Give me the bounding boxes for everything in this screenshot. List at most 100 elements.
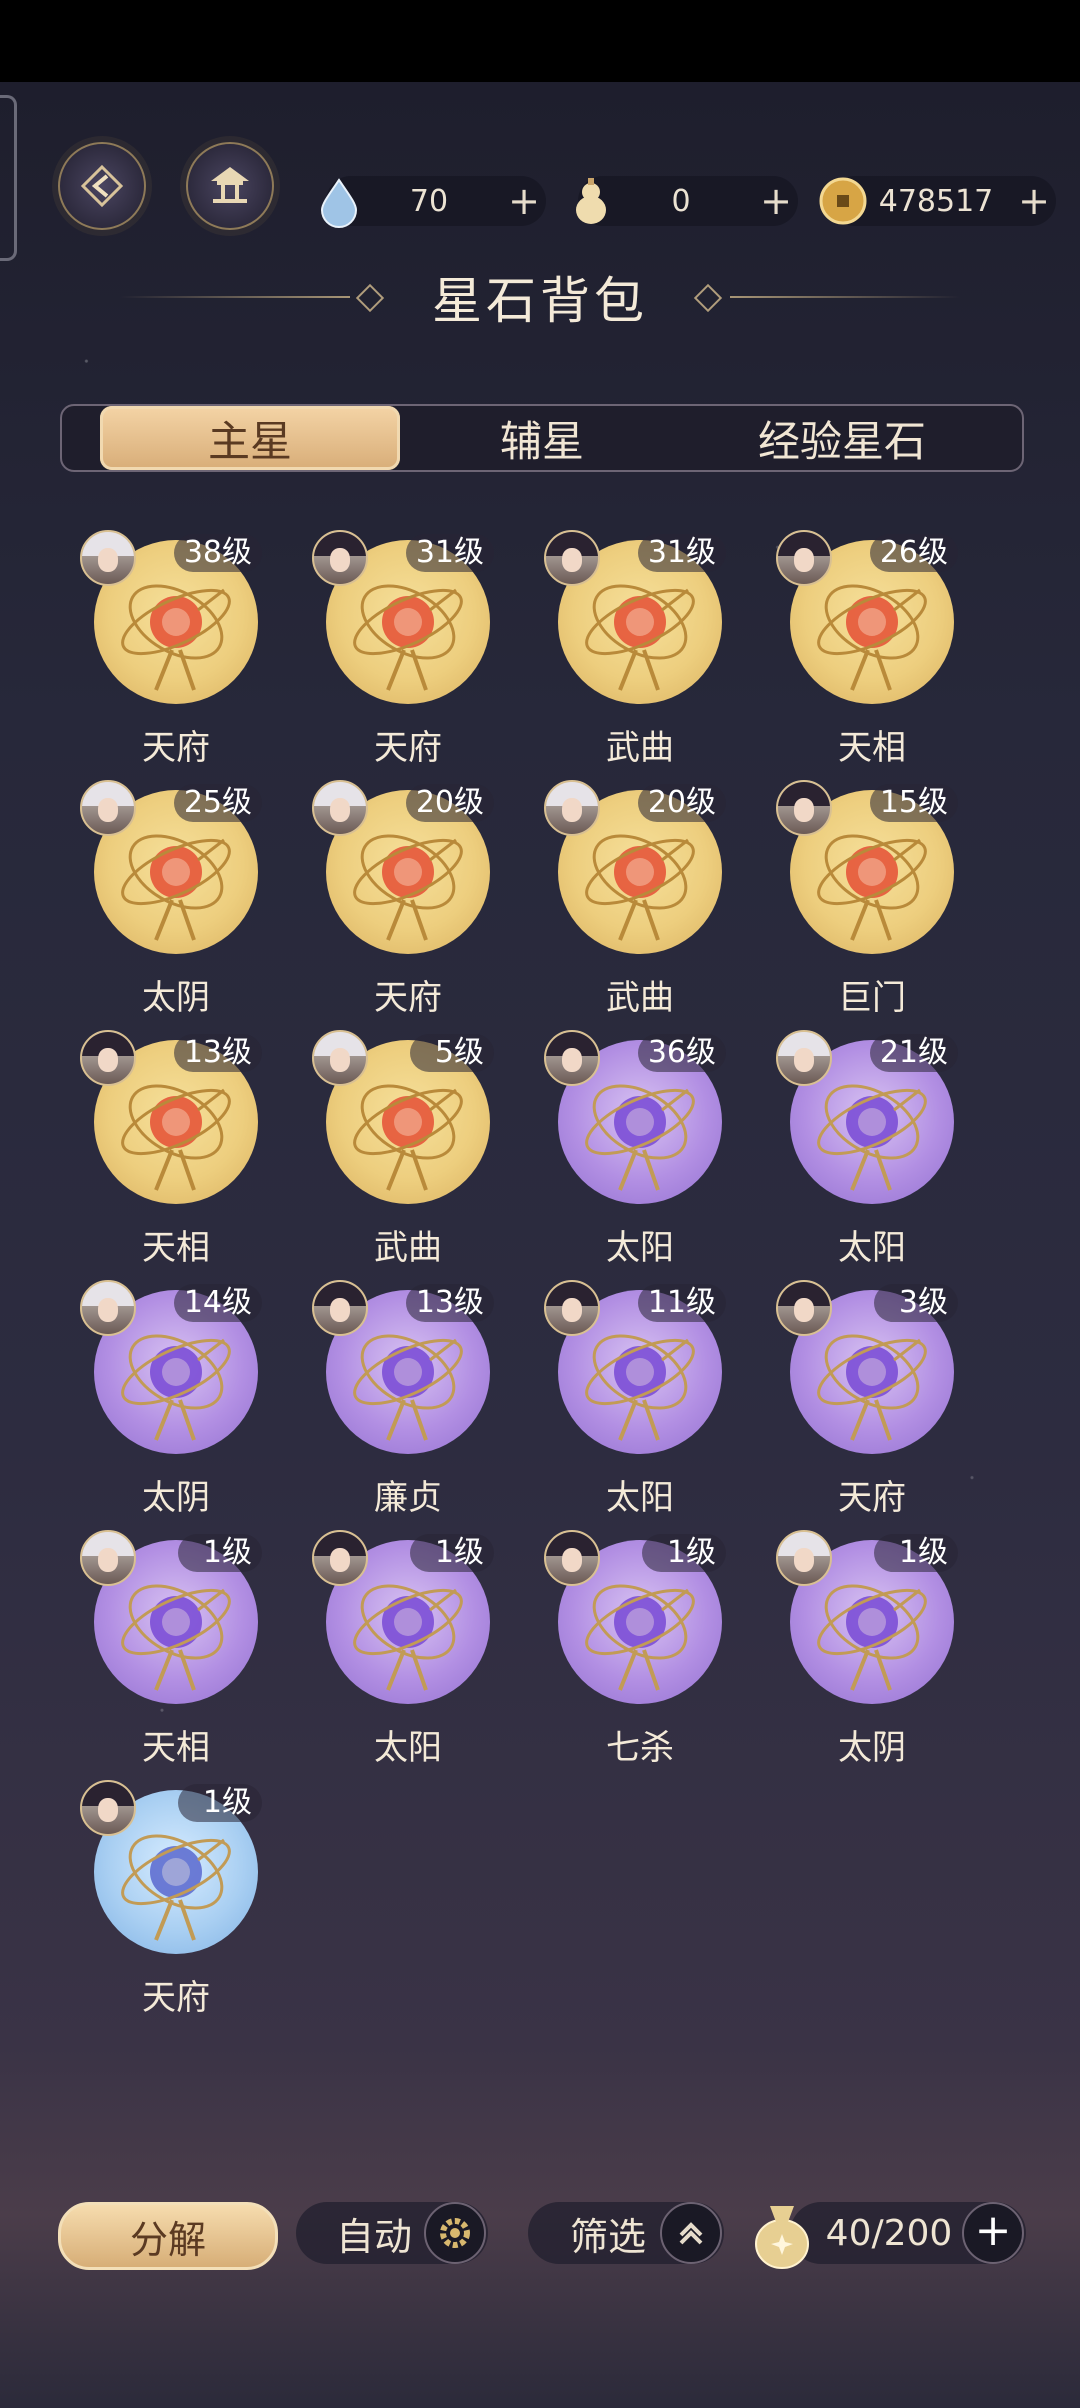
star-stone-item[interactable]: 1级 天相 [76,1530,276,1780]
character-avatar [312,1030,368,1086]
star-stone-item[interactable]: 5级 武曲 [308,1030,508,1280]
star-stone-item[interactable]: 1级 太阴 [772,1530,972,1780]
tab-label: 辅星 [499,416,584,466]
star-stone-item[interactable]: 13级天相 [76,1030,276,1280]
character-avatar [80,1030,136,1086]
character-avatar [312,1280,368,1336]
star-stone-name: 天府 [142,1978,210,2018]
star-stone-item[interactable]: 20级 天府 [308,780,508,1030]
level-badge: 1级 [410,1534,494,1572]
level-badge: 1级 [178,1784,262,1822]
level-badge: 25级 [173,784,262,822]
star-stone-item[interactable]: 21级太阳 [772,1030,972,1280]
character-avatar [80,1280,136,1336]
level-badge: 1级 [178,1534,262,1572]
level-badge: 31级 [405,534,494,572]
level-badge: 36级 [637,1034,726,1072]
star-stone-name: 太阳 [606,1228,674,1268]
auto-settings-button[interactable] [424,2202,486,2264]
level-badge: 26级 [869,534,958,572]
character-avatar [544,1280,600,1336]
character-avatar [776,780,832,836]
character-avatar [80,1780,136,1836]
title-ornament-left [355,283,385,313]
tab-auxiliary-star[interactable]: 辅星 [392,406,692,470]
star-stone-item[interactable]: 36级太阳 [540,1030,740,1280]
star-stone-name: 太阴 [142,978,210,1018]
add-gourd-button[interactable]: + [754,182,798,220]
character-avatar [776,1530,832,1586]
level-badge: 31级 [637,534,726,572]
bag-capacity: 40/200 + [790,2202,1026,2264]
star-stone-name: 武曲 [606,978,674,1018]
character-avatar [776,1030,832,1086]
tab-exp-stone[interactable]: 经验星石 [682,406,1002,470]
star-stone-name: 太阳 [838,1228,906,1268]
add-water-button[interactable]: + [502,182,546,220]
star-stone-item[interactable]: 38级天府 [76,530,276,780]
star-stone-name: 天相 [142,1228,210,1268]
level-badge: 14级 [173,1284,262,1322]
character-avatar [80,780,136,836]
filter-expand-button[interactable] [660,2202,722,2264]
star-stone-item[interactable]: 3级 天府 [772,1280,972,1530]
character-avatar [544,1530,600,1586]
add-coin-button[interactable]: + [1012,182,1056,220]
page-title: 星石背包 [432,272,648,330]
back-button[interactable] [58,142,146,230]
star-stone-item[interactable]: 26级天相 [772,530,972,780]
star-stone-item[interactable]: 14级 太阴 [76,1280,276,1530]
level-badge: 11级 [637,1284,726,1322]
character-avatar [544,1030,600,1086]
pavilion-icon [211,167,249,203]
level-badge: 13级 [405,1284,494,1322]
star-stone-item[interactable]: 1级 太阳 [308,1530,508,1780]
star-stone-item[interactable]: 25级太阴 [76,780,276,1030]
decompose-button[interactable]: 分解 [58,2202,278,2270]
status-bar [0,0,1080,82]
star-stone-item[interactable]: 13级廉贞 [308,1280,508,1530]
star-stone-item[interactable]: 1级天府 [76,1780,276,2030]
star-stone-name: 天府 [374,728,442,768]
character-avatar [544,780,600,836]
star-stone-name: 太阴 [838,1728,906,1768]
level-badge: 3级 [874,1284,958,1322]
filter-label: 筛选 [570,2214,647,2259]
expand-capacity-button[interactable]: + [962,2202,1024,2264]
character-avatar [544,530,600,586]
chevron-up-icon [679,2222,703,2245]
filter-button[interactable]: 筛选 [528,2202,724,2264]
star-stone-name: 天相 [838,728,906,768]
home-pavilion-button[interactable] [186,142,274,230]
star-stone-name: 廉贞 [374,1478,442,1518]
title-divider-left [120,296,350,298]
level-badge: 21级 [869,1034,958,1072]
star-stone-name: 七杀 [606,1728,674,1768]
character-avatar [776,530,832,586]
money-bag-icon [755,2206,809,2269]
star-stone-name: 天府 [374,978,442,1018]
tab-main-star[interactable]: 主星 [100,406,400,470]
side-bracket [0,95,17,261]
level-badge: 20级 [637,784,726,822]
character-avatar [80,530,136,586]
character-avatar [312,780,368,836]
star-stone-name: 天府 [142,728,210,768]
resource-water: 70 + [320,176,546,228]
capacity-value: 40/200 [825,2212,953,2254]
star-stone-item[interactable]: 20级武曲 [540,780,740,1030]
level-badge: 13级 [173,1034,262,1072]
auto-label: 自动 [336,2214,413,2259]
resource-coin: 478517 + [819,176,1056,226]
star-stone-item[interactable]: 1级 七杀 [540,1530,740,1780]
gourd-icon [576,178,606,224]
star-stone-item[interactable]: 11级 太阳 [540,1280,740,1530]
star-stone-item[interactable]: 31级武曲 [540,530,740,780]
level-badge: 38级 [173,534,262,572]
star-stone-item[interactable]: 31级天府 [308,530,508,780]
star-stone-item[interactable]: 15级 巨门 [772,780,972,1030]
title-divider-right [730,296,960,298]
auto-button[interactable]: 自动 [296,2202,488,2264]
star-stone-name: 巨门 [838,978,906,1018]
star-stone-name: 武曲 [606,728,674,768]
